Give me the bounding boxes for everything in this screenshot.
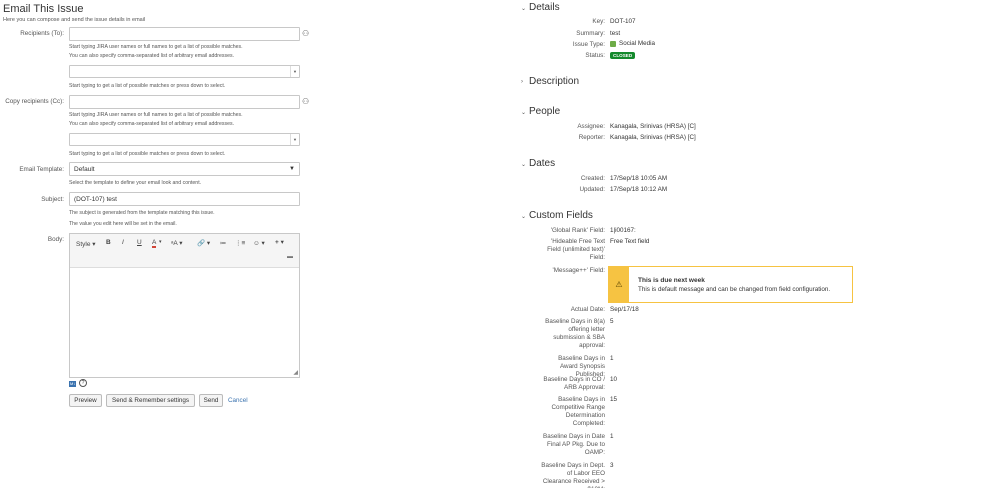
created-value: 17/Sep/18 10:05 AM [610, 175, 668, 182]
baseline-8a-value: 5 [610, 318, 614, 325]
status-label: Status: [585, 52, 605, 59]
reporter-link[interactable]: Kanagala, Srinivas (HRSA) [C] [610, 134, 696, 142]
summary-value[interactable]: test [610, 30, 620, 38]
rich-text-editor: Style ▾ B I U A ▾ ᵃA ▾ 🔗 ▾ ≔ ⋮≡ ☺ ▾ + ▾ … [69, 233, 300, 378]
global-rank-label: 'Global Rank' Field: [550, 227, 605, 234]
warning-message-box: ⚠ This is due next week This is default … [608, 266, 853, 303]
italic-button[interactable]: I [122, 239, 124, 246]
chevron-down-icon[interactable]: ▼ [290, 66, 299, 77]
custom-fields-heading[interactable]: Custom Fields [529, 210, 593, 221]
cc-select-hint: Start typing to get a list of possible m… [69, 151, 226, 157]
people-heading[interactable]: People [529, 106, 560, 117]
preview-button[interactable]: Preview [69, 394, 102, 407]
recipients-hint: Start typing JIRA user names or full nam… [69, 44, 243, 59]
editor-toolbar: Style ▾ B I U A ▾ ᵃA ▾ 🔗 ▾ ≔ ⋮≡ ☺ ▾ + ▾ … [70, 234, 299, 268]
social-media-icon [610, 41, 616, 47]
emoticon-icon[interactable]: ☺ ▾ [253, 239, 265, 247]
template-hint: Select the template to define your email… [69, 180, 202, 186]
chevron-down-icon[interactable]: ⌄ [521, 5, 526, 12]
baseline-co-value: 10 [610, 376, 618, 383]
created-label: Created: [580, 175, 605, 182]
assignee-label: Assignee: [577, 123, 605, 130]
baseline-range-value: 15 [610, 396, 618, 403]
description-heading[interactable]: Description [529, 76, 579, 87]
global-rank-value: 1|i00167: [610, 227, 636, 234]
summary-label: Summary: [576, 30, 605, 37]
send-button[interactable]: Send [199, 394, 223, 407]
issue-type-label: Issue Type: [572, 41, 605, 48]
resize-handle-icon[interactable]: ◢ [293, 369, 298, 376]
cancel-link[interactable]: Cancel [228, 397, 248, 404]
markdown-icon: M↓ [69, 381, 77, 387]
collapse-toolbar-icon[interactable]: ▬ [287, 254, 293, 260]
hideable-field-value: Free Text field [610, 238, 650, 245]
user-picker-icon[interactable]: ⚇ [302, 29, 309, 38]
bullet-list-icon[interactable]: ≔ [220, 239, 227, 247]
page-subtitle: Here you can compose and send the issue … [3, 17, 146, 23]
actual-date-label: Actual Date: [570, 306, 605, 313]
baseline-final-value: 1 [610, 433, 614, 440]
baseline-co-label: Baseline Days in CO / ARB Approval: [543, 376, 605, 391]
style-dropdown[interactable]: Style ▾ [76, 240, 96, 248]
chevron-down-icon[interactable]: ▼ [289, 165, 295, 174]
send-remember-button[interactable]: Send & Remember settings [106, 394, 195, 407]
chevron-down-icon[interactable]: ⌄ [521, 109, 526, 116]
message-field-label: 'Message++' Field: [552, 267, 605, 274]
key-label: Key: [592, 18, 605, 25]
body-label: Body: [47, 236, 64, 243]
font-size-button[interactable]: ᵃA ▾ [171, 239, 182, 247]
status-badge: CLOSED [610, 52, 636, 59]
cc-input[interactable] [69, 95, 300, 109]
chevron-down-icon[interactable]: ▼ [290, 134, 299, 145]
underline-button[interactable]: U [137, 239, 142, 246]
recipients-input[interactable] [69, 27, 300, 41]
chevron-down-icon[interactable]: ▾ [159, 239, 162, 245]
help-icon[interactable]: ? [79, 379, 87, 387]
issue-key-link[interactable]: DOT-107 [610, 18, 636, 26]
numbered-list-icon[interactable]: ⋮≡ [235, 239, 245, 247]
reporter-label: Reporter: [578, 134, 605, 141]
recipients-label: Recipients (To): [20, 30, 64, 37]
baseline-range-label: Baseline Days in Competitive Range Deter… [551, 396, 605, 427]
updated-label: Updated: [579, 186, 605, 193]
chevron-right-icon[interactable]: › [521, 79, 523, 85]
insert-more-icon[interactable]: + ▾ [275, 238, 284, 246]
message-title: This is due next week [638, 277, 705, 284]
template-label: Email Template: [19, 166, 64, 173]
user-picker-icon[interactable]: ⚇ [302, 97, 309, 106]
text-color-button[interactable]: A [152, 239, 157, 248]
recipients-select[interactable]: ▼ [69, 65, 300, 78]
assignee-link[interactable]: Kanagala, Srinivas (HRSA) [C] [610, 123, 696, 131]
template-select[interactable]: Default ▼ [69, 162, 300, 176]
subject-label: Subject: [41, 196, 64, 203]
baseline-award-value: 1 [610, 355, 614, 362]
cc-hint: Start typing JIRA user names or full nam… [69, 112, 243, 127]
issue-type-value: Social Media [619, 40, 656, 47]
baseline-final-label: Baseline Days in Date Final AP Pkg. Due … [543, 433, 605, 456]
message-body: This is default message and can be chang… [638, 286, 831, 293]
subject-hint: The subject is generated from the templa… [69, 210, 215, 227]
warning-icon: ⚠ [609, 267, 629, 302]
hideable-field-label: 'Hideable Free Text Field (unlimited tex… [547, 238, 605, 261]
page-title: Email This Issue [3, 3, 84, 15]
cc-label: Copy recipients (Cc): [5, 98, 64, 105]
bold-button[interactable]: B [106, 239, 111, 246]
baseline-labor-label: Baseline Days in Dept. of Labor EEO Clea… [541, 462, 605, 488]
subject-input[interactable]: (DOT-107) test [69, 192, 300, 206]
recipients-select-hint: Start typing to get a list of possible m… [69, 83, 226, 89]
updated-value: 17/Sep/18 10:12 AM [610, 186, 668, 193]
link-icon[interactable]: 🔗 ▾ [197, 239, 210, 247]
chevron-down-icon[interactable]: ⌄ [521, 161, 526, 168]
cc-select[interactable]: ▼ [69, 133, 300, 146]
chevron-down-icon[interactable]: ⌄ [521, 213, 526, 220]
details-heading[interactable]: Details [529, 2, 560, 13]
actual-date-value: Sep/17/18 [610, 306, 639, 313]
dates-heading[interactable]: Dates [529, 158, 555, 169]
baseline-8a-label: Baseline Days in 8(a) offering letter su… [545, 318, 605, 349]
baseline-labor-value: 3 [610, 462, 614, 469]
